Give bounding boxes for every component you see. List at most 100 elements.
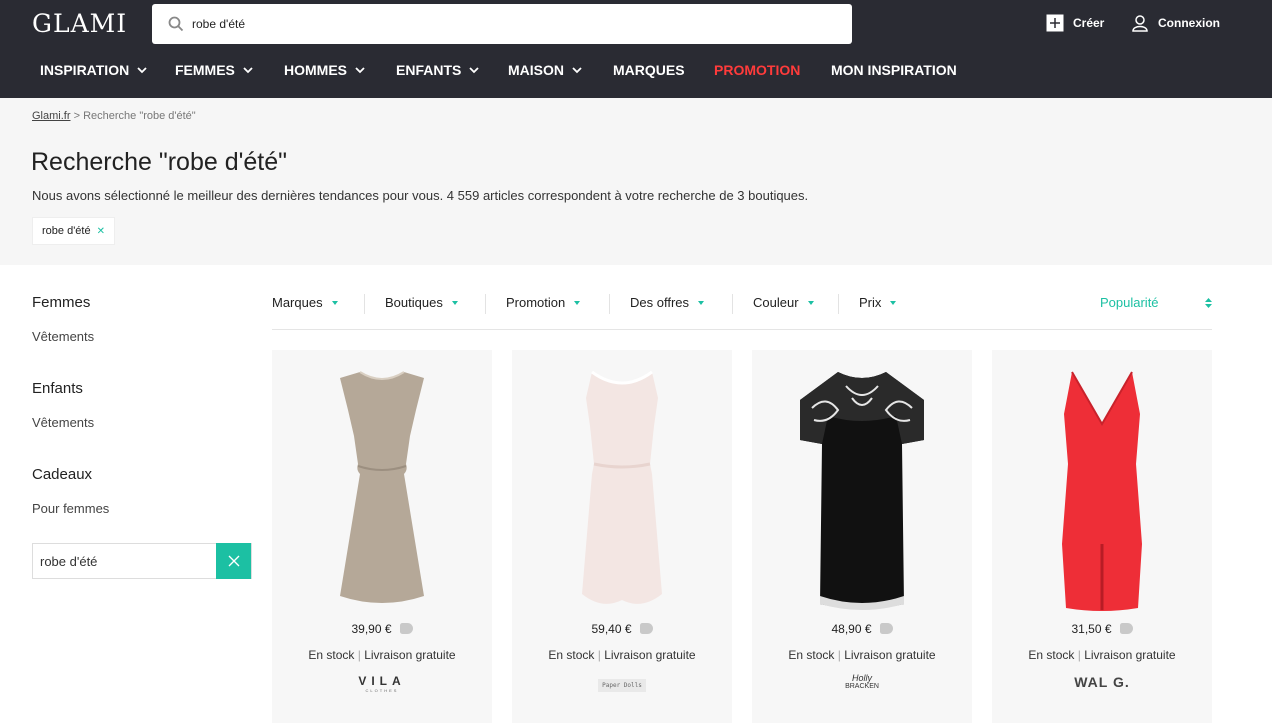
create-label: Créer bbox=[1073, 16, 1105, 30]
brand-name: Paper Dolls bbox=[598, 679, 646, 692]
search-icon bbox=[168, 16, 184, 32]
product-image bbox=[582, 370, 662, 604]
clear-search-button[interactable] bbox=[216, 543, 251, 579]
caret-down-icon bbox=[451, 300, 458, 305]
stock-status: En stock bbox=[548, 648, 595, 662]
nav-item-marques[interactable]: MARQUES bbox=[613, 62, 685, 78]
product-availability: En stock | Livraison gratuite bbox=[272, 648, 492, 662]
nav-item-promotion[interactable]: PROMOTION bbox=[714, 62, 800, 78]
nav-item-inspiration[interactable]: INSPIRATION bbox=[40, 62, 147, 78]
product-price-row: 59,40 € bbox=[512, 622, 732, 636]
nav-item-femmes[interactable]: FEMMES bbox=[175, 62, 253, 78]
nav-item-label: ENFANTS bbox=[396, 62, 462, 78]
product-availability: En stock | Livraison gratuite bbox=[512, 648, 732, 662]
delivery-info: Livraison gratuite bbox=[844, 648, 936, 662]
nav-item-enfants[interactable]: ENFANTS bbox=[396, 62, 479, 78]
product-card[interactable]: 48,90 € En stock | Livraison gratuite Ho… bbox=[752, 350, 972, 723]
brand-name: WAL G. bbox=[1074, 674, 1130, 690]
brand-name: VILA bbox=[358, 674, 406, 688]
stock-status: En stock bbox=[788, 648, 835, 662]
filter-prix[interactable]: Prix bbox=[859, 295, 897, 310]
filter-label: Promotion bbox=[506, 295, 566, 310]
favorite-icon[interactable] bbox=[639, 623, 653, 634]
search-bar[interactable] bbox=[152, 4, 852, 44]
top-bar: GLAMI Créer Connexion INSPIRATION FEMMES H… bbox=[0, 0, 1272, 98]
brand-logo: Paper Dolls bbox=[512, 674, 732, 692]
favorite-icon[interactable] bbox=[879, 623, 893, 634]
tag-remove-icon[interactable]: ✕ bbox=[97, 226, 105, 237]
close-icon bbox=[228, 555, 239, 567]
brand-tagline: BRACKEN bbox=[845, 683, 879, 690]
delivery-info: Livraison gratuite bbox=[604, 648, 696, 662]
nav-item-maison[interactable]: MAISON bbox=[508, 62, 582, 78]
product-image bbox=[1062, 371, 1142, 611]
sort-dropdown[interactable]: Popularité bbox=[1100, 295, 1212, 310]
divider: | bbox=[837, 648, 841, 662]
product-price: 39,90 € bbox=[351, 622, 392, 636]
breadcrumb-separator: > bbox=[73, 110, 80, 122]
nav-item-label: PROMOTION bbox=[714, 62, 801, 78]
brand-logo: WAL G. bbox=[992, 674, 1212, 690]
filter-label: Marques bbox=[272, 295, 323, 310]
filter-label: Boutiques bbox=[385, 295, 443, 310]
sidebar-search[interactable] bbox=[32, 543, 252, 579]
caret-down-icon bbox=[574, 300, 581, 305]
login-label: Connexion bbox=[1158, 16, 1220, 30]
sidebar-link-vetements-enfants[interactable]: Vêtements bbox=[32, 415, 94, 430]
chevron-down-icon bbox=[572, 66, 582, 73]
nav-item-label: MARQUES bbox=[613, 62, 685, 78]
sidebar-search-input[interactable] bbox=[33, 544, 216, 578]
sidebar-category-femmes[interactable]: Femmes bbox=[32, 294, 90, 311]
brand-tagline: CLOTHES bbox=[365, 688, 399, 693]
create-button[interactable]: Créer bbox=[1046, 14, 1104, 32]
nav-item-mon-inspiration[interactable]: MON INSPIRATION bbox=[831, 62, 957, 78]
product-price-row: 39,90 € bbox=[272, 622, 492, 636]
brand-logo: VILA CLOTHES bbox=[272, 674, 492, 693]
product-card[interactable]: 39,90 € En stock | Livraison gratuite VI… bbox=[272, 350, 492, 723]
favorite-icon[interactable] bbox=[399, 623, 413, 634]
filter-couleur[interactable]: Couleur bbox=[753, 295, 814, 310]
caret-down-icon bbox=[331, 300, 338, 305]
sort-arrows-icon bbox=[1205, 297, 1212, 308]
login-button[interactable]: Connexion bbox=[1131, 14, 1220, 32]
sidebar-link-pour-femmes[interactable]: Pour femmes bbox=[32, 501, 109, 516]
sidebar-link-vetements-femmes[interactable]: Vêtements bbox=[32, 329, 94, 344]
results-summary: Nous avons sélectionné le meilleur des d… bbox=[32, 188, 809, 203]
breadcrumb-home[interactable]: Glami.fr bbox=[32, 110, 71, 122]
filter-marques[interactable]: Marques bbox=[272, 295, 338, 310]
favorite-icon[interactable] bbox=[1119, 623, 1133, 634]
search-tag[interactable]: robe d'été ✕ bbox=[32, 217, 115, 245]
filter-label: Des offres bbox=[630, 295, 690, 310]
chevron-down-icon bbox=[355, 66, 365, 73]
divider bbox=[609, 294, 610, 314]
divider bbox=[485, 294, 486, 314]
page-title: Recherche "robe d'été" bbox=[31, 148, 288, 176]
sidebar-category-enfants[interactable]: Enfants bbox=[32, 380, 83, 397]
caret-down-icon bbox=[807, 300, 814, 305]
nav-item-hommes[interactable]: HOMMES bbox=[284, 62, 365, 78]
search-input[interactable] bbox=[192, 17, 792, 31]
divider: | bbox=[1077, 648, 1081, 662]
product-card[interactable]: 59,40 € En stock | Livraison gratuite Pa… bbox=[512, 350, 732, 723]
product-price: 48,90 € bbox=[831, 622, 872, 636]
filter-boutiques[interactable]: Boutiques bbox=[385, 295, 458, 310]
divider bbox=[364, 294, 365, 314]
divider bbox=[732, 294, 733, 314]
filter-promotion[interactable]: Promotion bbox=[506, 295, 581, 310]
glami-logo[interactable]: GLAMI bbox=[32, 9, 127, 38]
nav-item-label: MAISON bbox=[508, 62, 564, 78]
nav-item-label: MON INSPIRATION bbox=[831, 62, 957, 78]
sidebar-category-cadeaux[interactable]: Cadeaux bbox=[32, 466, 92, 483]
product-availability: En stock | Livraison gratuite bbox=[992, 648, 1212, 662]
brand-logo: Holly BRACKEN bbox=[752, 674, 972, 691]
product-image bbox=[340, 371, 424, 603]
nav-item-label: HOMMES bbox=[284, 62, 347, 78]
delivery-info: Livraison gratuite bbox=[364, 648, 456, 662]
filter-label: Couleur bbox=[753, 295, 799, 310]
divider: | bbox=[597, 648, 601, 662]
filter-offres[interactable]: Des offres bbox=[630, 295, 705, 310]
nav-item-label: FEMMES bbox=[175, 62, 235, 78]
product-card[interactable]: 31,50 € En stock | Livraison gratuite WA… bbox=[992, 350, 1212, 723]
product-availability: En stock | Livraison gratuite bbox=[752, 648, 972, 662]
divider: | bbox=[357, 648, 361, 662]
